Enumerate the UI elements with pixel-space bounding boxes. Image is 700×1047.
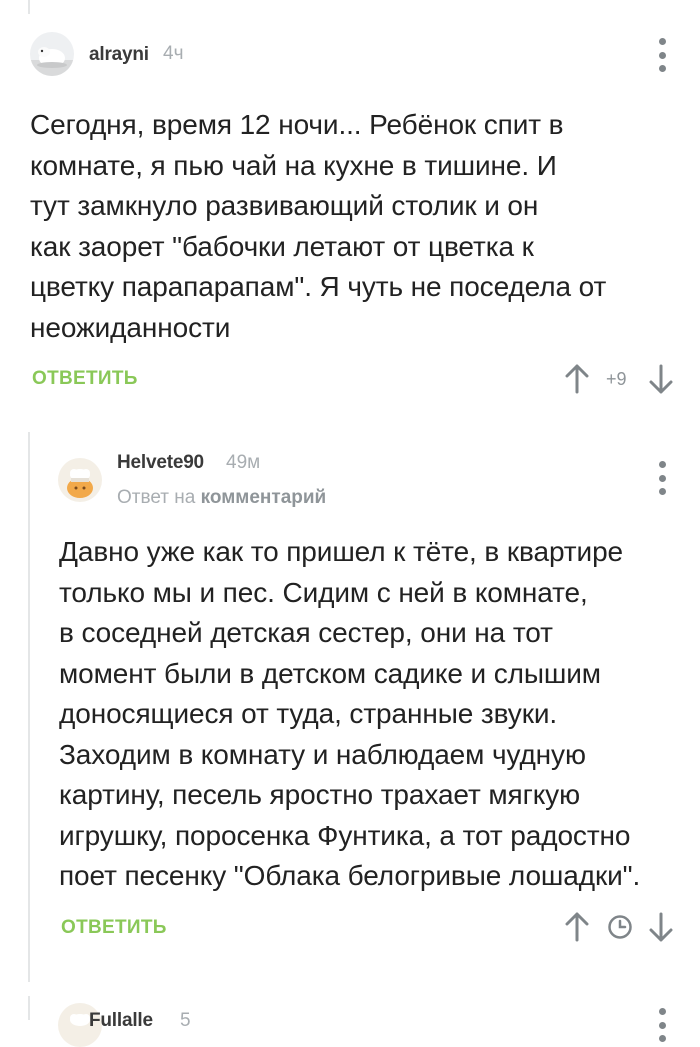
comment-score: +9 [606, 369, 627, 389]
comment-time: 5 [180, 1010, 191, 1031]
comment-username[interactable]: Fullalle [89, 1010, 153, 1032]
thread-line-nested[interactable] [28, 432, 30, 982]
comment-time: 4ч [163, 43, 184, 64]
reply-to-prefix: Ответ на [117, 487, 196, 508]
avatar[interactable] [58, 458, 102, 502]
thread-line-top [28, 0, 30, 14]
clock-icon [607, 914, 633, 945]
downvote-arrow-icon[interactable] [649, 364, 673, 399]
more-options-icon[interactable] [650, 461, 674, 495]
comment-username[interactable]: alrayni [89, 44, 149, 66]
reply-button[interactable]: ОТВЕТИТЬ [32, 368, 138, 390]
downvote-arrow-icon[interactable] [649, 912, 673, 947]
thread-line-bottom [28, 996, 30, 1020]
reply-to-target[interactable]: комментарий [201, 487, 327, 508]
reply-button[interactable]: ОТВЕТИТЬ [61, 917, 167, 939]
reply-to-link[interactable]: Ответ на комментарий [117, 487, 326, 509]
avatar[interactable] [30, 32, 74, 76]
comment-username[interactable]: Helvete90 [117, 452, 204, 474]
more-options-icon[interactable] [650, 38, 674, 72]
more-options-icon[interactable] [650, 1008, 674, 1042]
comment-time: 49м [226, 452, 261, 473]
upvote-arrow-icon[interactable] [565, 364, 589, 399]
comment-text: Давно уже как то пришел к тёте, в кварти… [59, 536, 641, 891]
upvote-arrow-icon[interactable] [565, 912, 589, 947]
comment-text: Сегодня, время 12 ночи... Ребёнок спит в… [30, 109, 607, 343]
